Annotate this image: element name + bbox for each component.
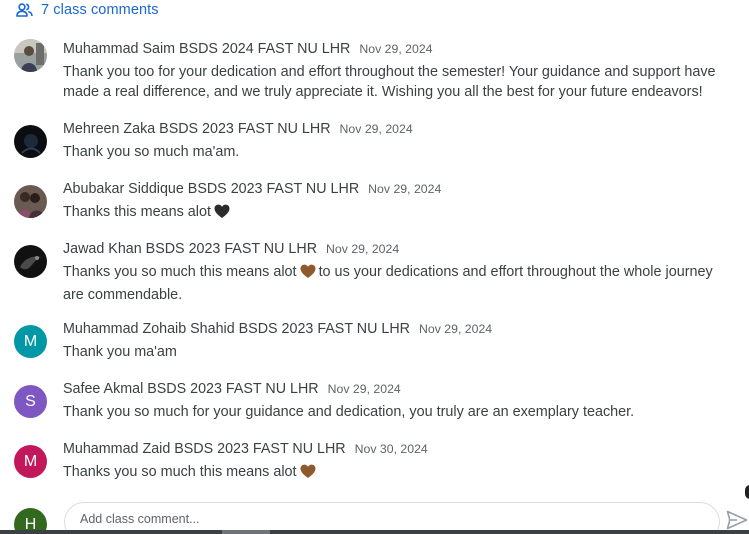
brown-heart-icon — [300, 464, 316, 485]
comment-author[interactable]: Abubakar Siddique BSDS 2023 FAST NU LHR — [63, 179, 359, 199]
comment-item: Mehreen Zaka BSDS 2023 FAST NU LHR Nov 2… — [14, 119, 735, 162]
brown-heart-icon — [300, 264, 316, 285]
black-heart-icon — [214, 204, 230, 225]
comment-text: Thank you so much for your guidance and … — [63, 404, 635, 420]
avatar[interactable] — [14, 185, 47, 218]
avatar[interactable] — [14, 125, 47, 158]
avatar[interactable] — [14, 39, 47, 72]
comment-item: Abubakar Siddique BSDS 2023 FAST NU LHR … — [14, 179, 735, 225]
add-class-comment-input[interactable] — [80, 512, 680, 526]
comment-item: Jawad Khan BSDS 2023 FAST NU LHR Nov 29,… — [14, 239, 735, 305]
comment-text: Thank you ma'am — [63, 344, 177, 360]
comment-author[interactable]: Safee Akmal BSDS 2023 FAST NU LHR — [63, 379, 319, 399]
people-icon — [16, 3, 33, 17]
avatar-letter: M — [23, 332, 38, 350]
comment-text: Thanks you so much this means alot — [63, 462, 735, 485]
comment-item: M Muhammad Zohaib Shahid BSDS 2023 FAST … — [14, 319, 735, 362]
scrollbar-edge[interactable] — [745, 485, 749, 499]
comment-date: Nov 29, 2024 — [419, 322, 493, 336]
comment-text: Thanks you so much this means alot to us … — [63, 262, 735, 305]
comment-text-part: Thanks you so much this means alot — [63, 264, 297, 280]
comment-date: Nov 29, 2024 — [327, 382, 401, 396]
comment-author[interactable]: Jawad Khan BSDS 2023 FAST NU LHR — [63, 239, 317, 259]
avatar[interactable] — [14, 245, 47, 278]
taskbar-strip — [0, 530, 749, 534]
comment-author[interactable]: Muhammad Saim BSDS 2024 FAST NU LHR — [63, 39, 350, 59]
comment-author[interactable]: Muhammad Zohaib Shahid BSDS 2023 FAST NU… — [63, 319, 410, 339]
avatar[interactable]: S — [14, 385, 47, 418]
comment-date: Nov 30, 2024 — [354, 442, 428, 456]
comment-item: Muhammad Saim BSDS 2024 FAST NU LHR Nov … — [14, 39, 735, 102]
comment-author[interactable]: Mehreen Zaka BSDS 2023 FAST NU LHR — [63, 119, 331, 139]
avatar-letter: S — [25, 392, 36, 410]
comment-date: Nov 29, 2024 — [368, 182, 442, 196]
comment-author[interactable]: Muhammad Zaid BSDS 2023 FAST NU LHR — [63, 439, 346, 459]
comment-text: Thank you too for your dedication and ef… — [63, 64, 716, 100]
comment-text-part: Thanks this means alot — [63, 204, 211, 220]
avatar[interactable]: M — [14, 445, 47, 478]
comment-date: Nov 29, 2024 — [326, 242, 400, 256]
class-comments-count: 7 class comments — [41, 2, 159, 18]
comment-date: Nov 29, 2024 — [359, 42, 433, 56]
comment-text: Thanks this means alot — [63, 202, 735, 225]
comment-text: Thank you so much ma'am. — [63, 144, 240, 160]
avatar[interactable]: M — [14, 325, 47, 358]
comment-item: S Safee Akmal BSDS 2023 FAST NU LHR Nov … — [14, 379, 735, 422]
comment-text-part: Thanks you so much this means alot — [63, 464, 297, 480]
comment-date: Nov 29, 2024 — [339, 122, 413, 136]
avatar-letter: M — [23, 452, 38, 470]
comment-item: M Muhammad Zaid BSDS 2023 FAST NU LHR No… — [14, 439, 735, 485]
class-comments-header[interactable]: 7 class comments — [16, 0, 159, 20]
